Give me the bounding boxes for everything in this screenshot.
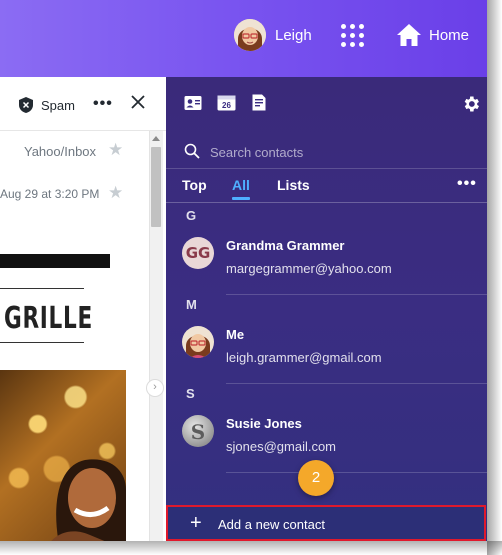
apps-grid-icon[interactable] [341, 24, 365, 48]
message-date: Aug 29 at 3:20 PM [0, 187, 100, 201]
user-avatar-icon [182, 326, 214, 358]
scrollbar-thumb[interactable] [151, 147, 161, 227]
svg-text:S: S [191, 420, 205, 444]
mail-toolbar: Spam ••• [0, 77, 166, 131]
home-link[interactable]: Home [429, 27, 469, 44]
more-options-icon[interactable]: ••• [457, 175, 477, 193]
contact-row-grandma-grammer[interactable]: GG Grandma Grammer margegrammer@yahoo.co… [166, 225, 487, 295]
search-input[interactable] [210, 142, 470, 162]
email-banner-image [0, 254, 110, 268]
frame-shadow [0, 541, 502, 555]
svg-text:26: 26 [222, 101, 231, 110]
add-contact-label: Add a new contact [218, 517, 325, 532]
spam-button[interactable]: Spam [41, 98, 75, 113]
tab-all[interactable]: All [232, 177, 250, 193]
close-icon[interactable] [131, 95, 145, 109]
user-avatar[interactable] [234, 19, 266, 51]
more-options-icon[interactable]: ••• [93, 96, 113, 112]
divider [226, 472, 487, 473]
section-letter-m: M [186, 297, 197, 312]
contact-email: margegrammer@yahoo.com [226, 261, 392, 276]
scroll-up-arrow-icon[interactable] [152, 136, 160, 141]
email-logo-text: GRILLE [4, 301, 94, 336]
contact-email: sjones@gmail.com [226, 439, 337, 454]
contact-tabs: Top All Lists ••• [166, 175, 487, 203]
mail-reading-pane: Spam ••• Yahoo/Inbox ★ Aug 29 at 3:20 PM… [0, 77, 166, 541]
letter-s-avatar-icon: S [182, 415, 214, 447]
contacts-icon[interactable] [184, 95, 202, 111]
frame-shadow [487, 0, 502, 555]
shield-icon[interactable] [19, 97, 33, 113]
user-name[interactable]: Leigh [275, 27, 312, 44]
woman-photo-icon [51, 459, 126, 541]
home-icon[interactable] [396, 22, 422, 48]
contact-avatar [182, 326, 214, 358]
gear-icon[interactable] [461, 94, 481, 114]
plus-icon: + [190, 512, 202, 534]
chevron-right-icon[interactable]: › [146, 379, 164, 397]
contact-row-me[interactable]: Me leigh.grammer@gmail.com [166, 314, 487, 384]
tab-lists[interactable]: Lists [277, 177, 310, 193]
step-badge: 2 [298, 460, 334, 496]
tab-top[interactable]: Top [182, 177, 207, 193]
contact-name: Susie Jones [226, 416, 302, 431]
star-icon[interactable]: ★ [108, 183, 123, 203]
divider [226, 383, 487, 384]
contact-email: leigh.grammer@gmail.com [226, 350, 382, 365]
active-tab-indicator [232, 197, 250, 200]
contact-avatar: S [182, 415, 214, 447]
divider [226, 294, 487, 295]
search-icon [184, 143, 200, 159]
notepad-icon[interactable] [252, 94, 266, 111]
contact-avatar: GG [182, 237, 214, 269]
star-icon[interactable]: ★ [108, 140, 123, 160]
contact-search-bar [166, 135, 487, 169]
calendar-icon[interactable]: 26 [217, 94, 236, 111]
section-letter-s: S [186, 386, 195, 401]
add-contact-button[interactable]: + Add a new contact [166, 505, 486, 541]
email-photo [0, 370, 126, 541]
contact-name: Grandma Grammer [226, 238, 345, 253]
folder-breadcrumb[interactable]: Yahoo/Inbox [24, 144, 96, 159]
top-bar: Leigh Home [0, 0, 487, 77]
section-letter-g: G [186, 208, 197, 223]
contact-name: Me [226, 327, 245, 342]
user-avatar-icon [234, 19, 266, 51]
